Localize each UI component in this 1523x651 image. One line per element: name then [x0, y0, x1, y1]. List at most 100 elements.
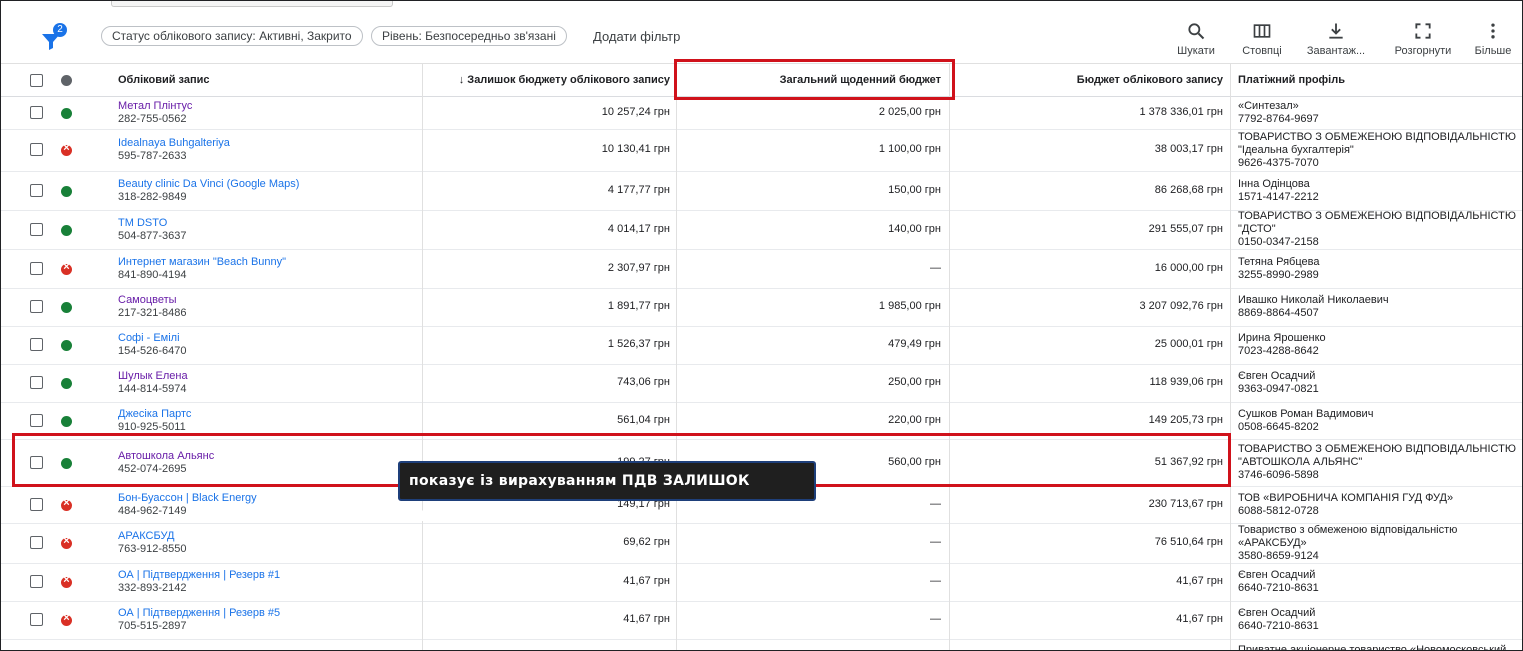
status-active-icon: [61, 340, 72, 351]
daily-budget-value: 220,00 грн: [888, 413, 941, 426]
col-balance-label: Залишок бюджету облікового запису: [467, 74, 670, 86]
payment-profile-line: Євген Осадчий: [1238, 569, 1316, 581]
row-checkbox[interactable]: [30, 413, 43, 427]
account-id: 217-321-8486: [118, 307, 187, 319]
columns-label: Стовпці: [1242, 45, 1282, 57]
balance-value: 41,67 грн: [623, 613, 670, 625]
account-cell: Шулык Елена 144-814-5974: [118, 370, 188, 396]
payment-profile-cell: «Синтезал» 7792-8764-9697: [1238, 100, 1518, 126]
payment-profile-line: "Ідеальна бухгалтерія": [1238, 143, 1354, 156]
account-budget-value: 41,67 грн: [1176, 575, 1223, 587]
row-checkbox[interactable]: [30, 536, 43, 549]
account-cell: Интернет магазин "Beach Bunny" 841-890-41…: [118, 256, 286, 282]
col-payment-profile[interactable]: Платіжний профіль: [1238, 64, 1345, 96]
table-row: Интернет магазин "Beach Bunny"841-890-41…: [1, 249, 1522, 289]
balance-value: 10 130,41 грн: [601, 143, 670, 155]
fullscreen-button[interactable]: Розгорнути: [1389, 21, 1457, 57]
row-checkbox[interactable]: [30, 183, 43, 197]
top-strip: [1, 1, 1522, 9]
account-link[interactable]: Шулык Елена: [118, 370, 188, 383]
tab-handle[interactable]: [111, 1, 393, 7]
account-budget-value: 76 510,64 грн: [1154, 536, 1223, 548]
balance-value: 41,67 грн: [623, 575, 670, 587]
table-row: Шулык Елена 144-814-5974 743,06 грн 250,00 …: [1, 364, 1522, 403]
status-filter-chip[interactable]: Статус облікового запису: Активні, Закри…: [101, 26, 363, 46]
add-filter-button[interactable]: Додати фільтр: [593, 29, 680, 44]
table-row: АРАКСБУД763-912-8550 69,62 грн — 76 510,64 …: [1, 523, 1522, 564]
row-checkbox[interactable]: [30, 105, 43, 119]
search-button[interactable]: Шукати: [1171, 21, 1221, 57]
account-id: 841-890-4194: [118, 268, 187, 281]
daily-budget-value: 250,00 грн: [888, 376, 941, 388]
daily-budget-value: —: [930, 613, 941, 625]
payment-profile-line: 3746-6096-5898: [1238, 469, 1319, 481]
col-balance[interactable]: ↓ Залишок бюджету облікового запису: [423, 64, 670, 96]
account-link[interactable]: АРАКСБУД: [118, 530, 187, 543]
row-checkbox[interactable]: [30, 575, 43, 588]
row-checkbox[interactable]: [30, 300, 43, 313]
account-cell: Idealnaya Buhgalteriya 595-787-2633: [118, 137, 230, 163]
account-link[interactable]: Джесіка Партс: [118, 408, 191, 421]
account-budget-value: 230 713,67 грн: [1148, 497, 1223, 510]
payment-profile-cell: Тетяна Рябцева 3255-8990-2989: [1238, 256, 1518, 282]
columns-button[interactable]: Стовпці: [1237, 21, 1287, 57]
row-checkbox[interactable]: [30, 143, 43, 156]
level-filter-chip[interactable]: Рівень: Безпосередньо зв'язані: [371, 26, 567, 46]
status-active-icon: [61, 302, 72, 313]
download-button[interactable]: Завантаж...: [1301, 21, 1371, 57]
row-checkbox[interactable]: [30, 261, 43, 275]
payment-profile-line: Товариство з обмеженою відповідальністю: [1238, 523, 1458, 536]
account-id: 595-787-2633: [118, 150, 187, 162]
row-checkbox[interactable]: [30, 376, 43, 389]
col-account[interactable]: Обліковий запис: [118, 64, 210, 96]
account-id: 144-814-5974: [118, 383, 187, 395]
account-cell: Самоцветы 217-321-8486: [118, 294, 187, 320]
more-vert-icon: [1491, 23, 1495, 39]
payment-profile-cell: ТОВ «ВИРОБНИЧА КОМПАНІЯ ГУД ФУД» 6088-581…: [1238, 492, 1518, 518]
daily-budget-value: 1 985,00 грн: [878, 300, 941, 312]
download-icon: [1329, 23, 1343, 39]
account-cell: АРАКСБУД 763-912-8550: [118, 530, 187, 556]
account-link[interactable]: ОА | Підтвердження | Резерв #1: [118, 569, 280, 582]
table-row: Beauty clinic Da Vinci (Google Maps) 318-…: [1, 171, 1522, 211]
status-active-icon: [61, 378, 72, 389]
status-active-icon: [61, 415, 72, 427]
status-closed-icon: [61, 574, 72, 588]
account-link[interactable]: Idealnaya Buhgalteriya: [118, 137, 230, 150]
account-link[interactable]: Софі - Емілі: [118, 332, 187, 345]
columns-icon: [1253, 24, 1271, 38]
balance-value: 1 891,77 грн: [607, 300, 670, 312]
account-link[interactable]: Бон-Буассон | Black Energy: [118, 492, 257, 505]
balance-value: 743,06 грн: [617, 376, 670, 388]
column-divider: [1230, 64, 1231, 650]
account-id: 504-877-3637: [118, 229, 187, 242]
payment-profile-line: "ДСТО": [1238, 223, 1276, 235]
account-link[interactable]: Метал Плінтус: [118, 100, 192, 113]
payment-profile-cell: Євген Осадчий 6640-7210-8631: [1238, 569, 1518, 595]
row-checkbox[interactable]: [30, 497, 43, 511]
payment-profile-cell: Інна Одінцова 1571-4147-2212: [1238, 178, 1518, 204]
row-checkbox[interactable]: [30, 222, 43, 236]
row-checkbox[interactable]: [30, 338, 43, 351]
payment-profile-cell: Сушков Роман Вадимович 0508-6645-8202: [1238, 408, 1518, 434]
col-account-budget[interactable]: Бюджет облікового запису: [950, 64, 1223, 96]
account-link[interactable]: ОА | Підтвердження | Резерв #5: [118, 607, 280, 620]
table-row: Софі - Емілі 154-526-6470 1 526,37 грн 479,…: [1, 326, 1522, 365]
account-budget-value: 149 205,73 грн: [1148, 413, 1223, 426]
select-all-checkbox[interactable]: [30, 74, 43, 87]
payment-profile-line: ТОВАРИСТВО З ОБМЕЖЕНОЮ ВІДПОВІДАЛЬНІСТЮ: [1238, 443, 1516, 455]
account-link[interactable]: Самоцветы: [118, 294, 187, 307]
account-link[interactable]: TM DSTO: [118, 217, 187, 230]
account-link[interactable]: Интернет магазин "Beach Bunny": [118, 256, 286, 269]
payment-profile-line: Ирина Ярошенко: [1238, 332, 1326, 344]
account-id: 332-893-2142: [118, 582, 187, 594]
payment-profile-line: Приватне акціонерне товариство «Новомоск…: [1238, 644, 1507, 651]
payment-profile-line: Сушков Роман Вадимович: [1238, 407, 1374, 420]
payment-profile-line: Євген Осадчий: [1238, 370, 1316, 382]
payment-profile-line: Євген Осадчий: [1238, 607, 1316, 619]
account-link[interactable]: Beauty clinic Da Vinci (Google Maps): [118, 178, 299, 191]
more-button[interactable]: Більше: [1471, 21, 1515, 57]
account-budget-value: 1 378 336,01 грн: [1139, 105, 1224, 118]
row-checkbox[interactable]: [30, 613, 43, 626]
tooltip: показує із вирахуванням ПДВ ЗАЛИШОК АКК/…: [398, 461, 816, 525]
